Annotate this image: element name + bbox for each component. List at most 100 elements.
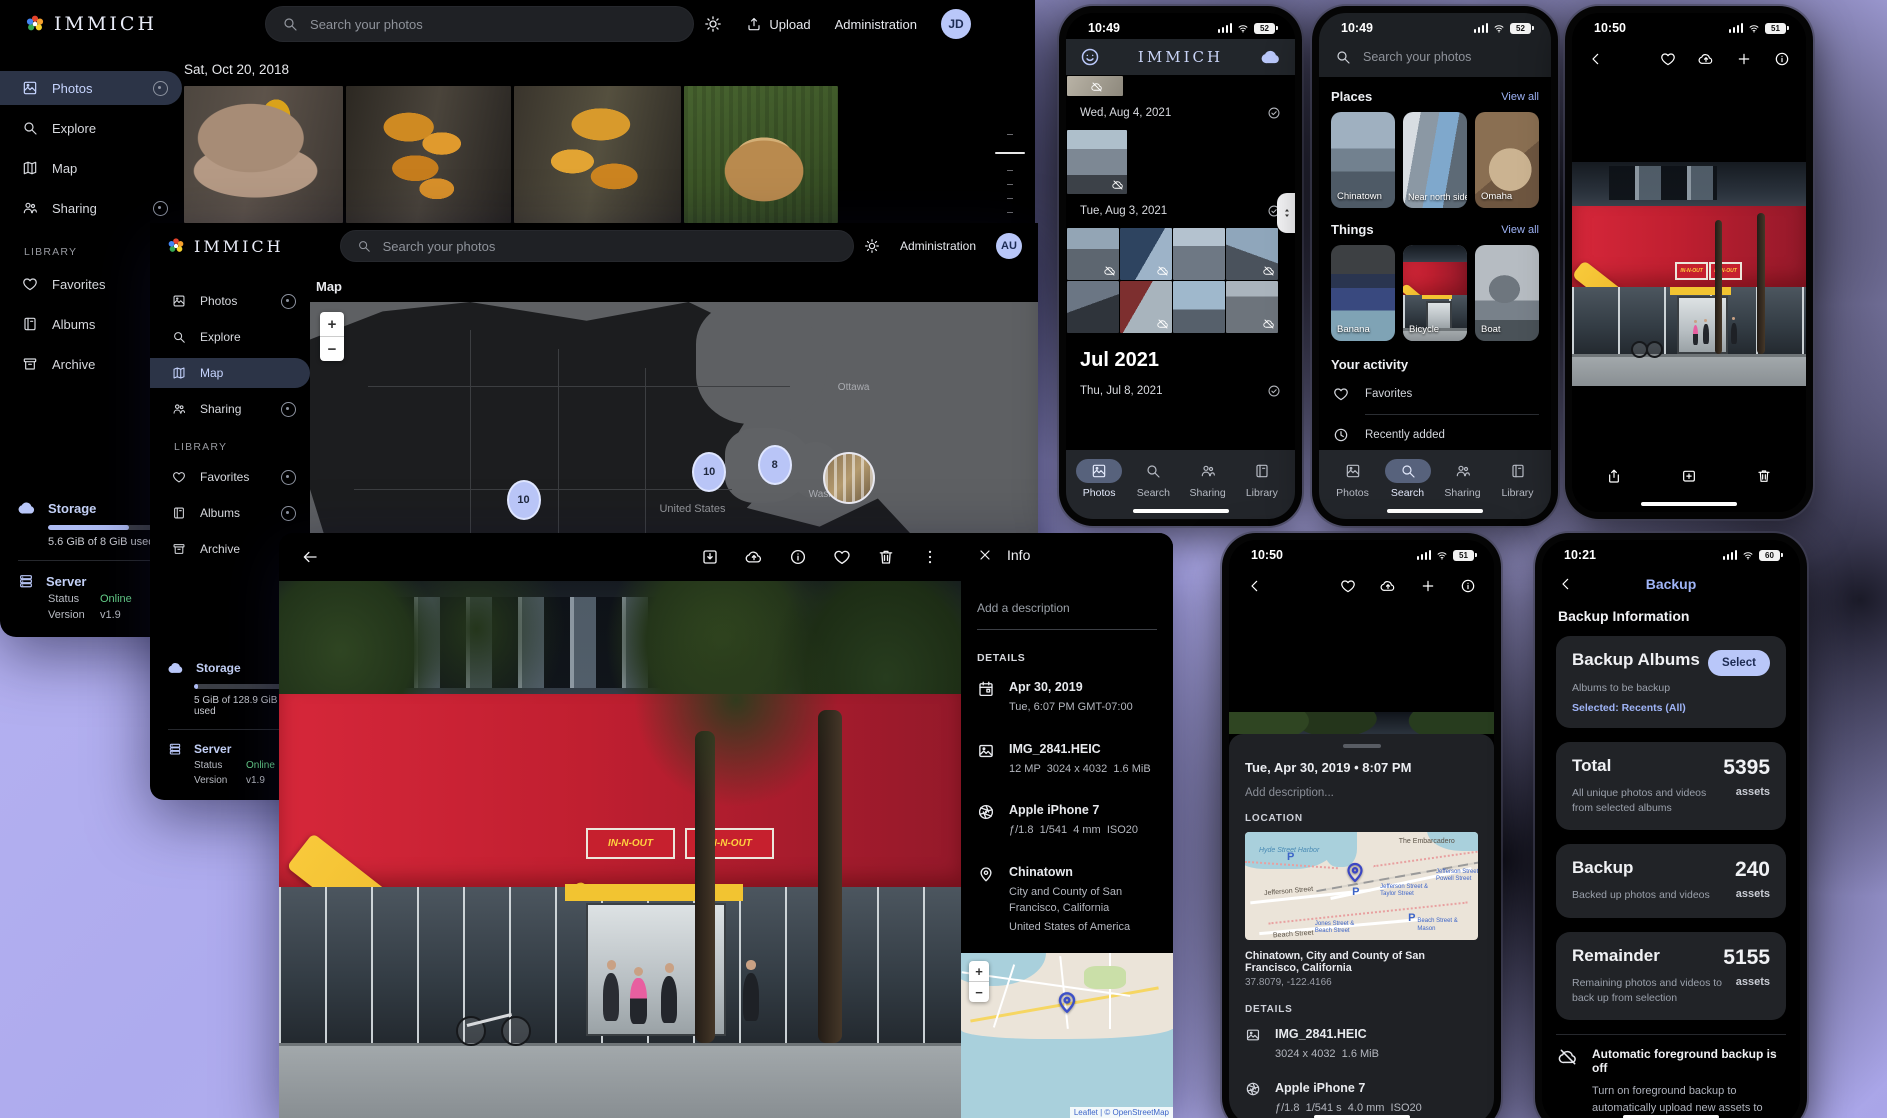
backup-status-icon[interactable] xyxy=(1261,47,1281,67)
more-options-icon[interactable] xyxy=(921,548,939,566)
sidebar-item-sharing[interactable]: Sharing xyxy=(150,394,310,424)
upload-button[interactable]: Upload xyxy=(746,16,810,32)
back-icon[interactable] xyxy=(1247,578,1263,594)
zoom-in-button[interactable]: + xyxy=(969,961,989,982)
description-field[interactable]: Add description... xyxy=(1245,787,1478,799)
photo-in-n-out[interactable]: IN-N-OUT IN-N-OUT xyxy=(1572,162,1806,386)
favorite-icon[interactable] xyxy=(1340,578,1356,594)
mini-map[interactable]: + − Leaflet | © OpenStreetMap xyxy=(961,953,1173,1118)
download-icon[interactable] xyxy=(701,548,719,566)
theme-toggle-icon[interactable] xyxy=(704,15,722,33)
photo-thumbnail[interactable] xyxy=(184,86,343,223)
map-attribution[interactable]: Leaflet | © OpenStreetMap xyxy=(1070,1107,1173,1118)
back-icon[interactable] xyxy=(1588,51,1604,67)
trash-icon[interactable] xyxy=(1756,468,1772,484)
upload-cloud-icon[interactable] xyxy=(1698,51,1714,67)
plus-icon[interactable] xyxy=(1736,51,1752,67)
select-check-icon[interactable] xyxy=(1267,106,1281,120)
photo-thumbnail[interactable] xyxy=(1173,281,1225,333)
favorite-icon[interactable] xyxy=(833,548,851,566)
map-cluster-marker[interactable]: 10 xyxy=(692,452,726,492)
map-cluster-marker[interactable]: 8 xyxy=(758,445,792,485)
description-field[interactable]: Add a description xyxy=(977,601,1157,630)
user-avatar[interactable]: JD xyxy=(941,9,971,39)
photo-thumbnail[interactable] xyxy=(1226,228,1278,280)
photo-thumbnail[interactable] xyxy=(346,86,511,223)
map-cluster-marker[interactable]: 10 xyxy=(507,480,541,520)
sidebar-item-albums[interactable]: Albums xyxy=(150,498,310,528)
back-icon[interactable] xyxy=(301,548,319,566)
nav-library[interactable]: Library xyxy=(1495,459,1541,499)
home-indicator[interactable] xyxy=(1133,509,1229,513)
recently-added-row[interactable]: Recently added xyxy=(1331,415,1539,450)
home-indicator[interactable] xyxy=(1641,502,1737,506)
add-to-album-icon[interactable] xyxy=(1681,468,1697,484)
nav-search[interactable]: Search xyxy=(1130,459,1176,499)
administration-link[interactable]: Administration xyxy=(835,17,917,32)
scroll-handle[interactable] xyxy=(1277,193,1295,233)
select-check-icon[interactable] xyxy=(1267,384,1281,398)
select-albums-button[interactable]: Select xyxy=(1708,650,1770,676)
sidebar-item-explore[interactable]: Explore xyxy=(0,111,182,145)
plus-icon[interactable] xyxy=(1420,578,1436,594)
things-view-all-link[interactable]: View all xyxy=(1501,224,1539,236)
map-zoom-control[interactable]: + − xyxy=(320,312,344,361)
place-card-omaha[interactable]: Omaha xyxy=(1475,112,1539,208)
nav-sharing[interactable]: Sharing xyxy=(1440,459,1486,499)
minimap-zoom-control[interactable]: + − xyxy=(969,961,989,1002)
photo-thumbnail[interactable] xyxy=(1120,281,1172,333)
place-card-near-north-side[interactable]: Near north side xyxy=(1403,112,1467,208)
thing-card-banana[interactable]: Banana xyxy=(1331,245,1395,341)
sidebar-item-map[interactable]: Map xyxy=(0,151,182,185)
location-map[interactable]: P P P The Embarcadero Hyde Street Harbor… xyxy=(1245,832,1478,940)
search-input[interactable] xyxy=(308,16,677,33)
info-icon[interactable] xyxy=(789,548,807,566)
place-card-chinatown[interactable]: Chinatown xyxy=(1331,112,1395,208)
profile-icon[interactable] xyxy=(1080,47,1100,67)
sidebar-item-map[interactable]: Map xyxy=(150,358,310,388)
administration-link[interactable]: Administration xyxy=(900,239,976,253)
favorite-icon[interactable] xyxy=(1660,51,1676,67)
places-view-all-link[interactable]: View all xyxy=(1501,91,1539,103)
search-bar[interactable]: Search your photos xyxy=(1319,39,1551,77)
photo-thumbnail[interactable] xyxy=(1067,76,1123,96)
nav-search[interactable]: Search xyxy=(1385,459,1431,499)
sidebar-item-explore[interactable]: Explore xyxy=(150,322,310,352)
photo-thumbnail[interactable] xyxy=(1120,228,1172,280)
favorites-row[interactable]: Favorites xyxy=(1331,382,1539,414)
user-avatar[interactable]: AU xyxy=(996,233,1022,259)
photo-thumbnail[interactable] xyxy=(1067,130,1127,194)
theme-toggle-icon[interactable] xyxy=(864,238,880,254)
nav-photos[interactable]: Photos xyxy=(1330,459,1376,499)
immich-logo[interactable]: IMMICH xyxy=(24,13,157,35)
search-bar[interactable] xyxy=(265,6,694,42)
share-icon[interactable] xyxy=(1606,468,1622,484)
info-icon[interactable] xyxy=(1774,51,1790,67)
photo-thumbnail[interactable] xyxy=(514,86,681,223)
photo-thumbnail[interactable] xyxy=(1226,281,1278,333)
search-bar[interactable] xyxy=(340,230,854,262)
close-icon[interactable] xyxy=(977,547,993,563)
cloud-icon[interactable] xyxy=(745,548,763,566)
nav-library[interactable]: Library xyxy=(1239,459,1285,499)
photo-edge[interactable] xyxy=(1229,606,1494,734)
upload-cloud-icon[interactable] xyxy=(1380,578,1396,594)
zoom-in-button[interactable]: + xyxy=(320,312,344,337)
map-photo-marker[interactable] xyxy=(823,452,875,504)
immich-logo[interactable]: IMMICH xyxy=(166,236,284,256)
nav-photos[interactable]: Photos xyxy=(1076,459,1122,499)
photo-thumbnail[interactable] xyxy=(1173,228,1225,280)
zoom-out-button[interactable]: − xyxy=(320,337,344,361)
nav-sharing[interactable]: Sharing xyxy=(1185,459,1231,499)
sheet-drag-handle[interactable] xyxy=(1343,744,1381,748)
trash-icon[interactable] xyxy=(877,548,895,566)
thing-card-boat[interactable]: Boat xyxy=(1475,245,1539,341)
search-input[interactable] xyxy=(381,238,837,255)
sidebar-item-photos[interactable]: Photos xyxy=(150,286,310,316)
zoom-out-button[interactable]: − xyxy=(969,982,989,1002)
sidebar-item-favorites[interactable]: Favorites xyxy=(150,462,310,492)
info-icon[interactable] xyxy=(1460,578,1476,594)
photo-thumbnail[interactable] xyxy=(1067,228,1119,280)
thing-card-bicycle[interactable]: Bicycle xyxy=(1403,245,1467,341)
home-indicator[interactable] xyxy=(1387,509,1483,513)
